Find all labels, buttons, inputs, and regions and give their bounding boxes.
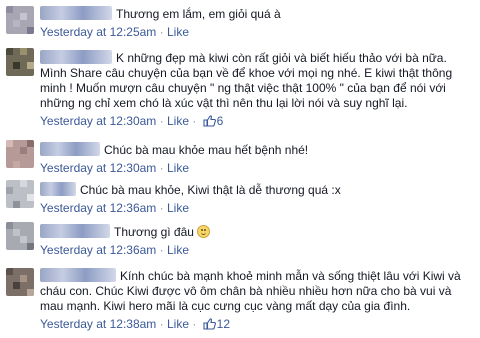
comment-text-line: Thương em lắm, em giỏi quá à (40, 6, 466, 22)
like-link[interactable]: Like (167, 161, 189, 175)
commenter-name[interactable] (40, 182, 76, 196)
comment-meta: Yesterday at 12:30am · Like (40, 161, 189, 175)
comment-text-block: Kính chúc bà mạnh khoẻ minh mẫn và sống … (40, 268, 466, 314)
avatar[interactable] (6, 268, 34, 296)
comment: Chúc bà mau khỏe, Kiwi thật là dễ thương… (0, 178, 480, 215)
avatar[interactable] (6, 6, 34, 34)
like-link[interactable]: Like (167, 243, 189, 257)
comment: Thương em lắm, em giỏi quá à Yesterday a… (0, 4, 480, 40)
timestamp-link[interactable]: Yesterday at 12:36am (40, 243, 156, 257)
comment: Kính chúc bà mạnh khoẻ minh mẫn và sống … (0, 264, 480, 338)
like-count[interactable]: 12 (217, 317, 230, 331)
commenter-name[interactable] (40, 224, 110, 238)
like-link[interactable]: Like (167, 317, 189, 331)
timestamp-link[interactable]: Yesterday at 12:36am (40, 201, 156, 215)
like-link[interactable]: Like (167, 114, 189, 128)
comment-text-line: Chúc bà mau khỏe, Kiwi thật là dễ thương… (40, 182, 466, 198)
comment-text: Thương gì đâu (114, 225, 194, 239)
thumbs-up-icon (203, 115, 216, 127)
comment-meta: Yesterday at 12:30am · Like · 6 (40, 114, 224, 128)
comment: Thương gì đâu Yesterday at 12:36am · Lik… (0, 220, 480, 257)
commenter-name[interactable] (40, 142, 100, 156)
timestamp-link[interactable]: Yesterday at 12:30am (40, 161, 156, 175)
comment-text: Thương em lắm, em giỏi quá à (116, 7, 281, 21)
comment-meta: Yesterday at 12:36am · Like (40, 201, 189, 215)
comment-meta: Yesterday at 12:38am · Like · 12 (40, 317, 231, 331)
commenter-name[interactable] (40, 6, 112, 20)
avatar[interactable] (6, 180, 34, 208)
comment-text: Chúc bà mau khỏe, Kiwi thật là dễ thương… (80, 183, 341, 197)
comment-text-line: Chúc bà mau khỏe mau hết bệnh nhé! (40, 142, 466, 158)
comment: K những đẹp mà kiwi còn rất giỏi và biết… (0, 44, 480, 136)
timestamp-link[interactable]: Yesterday at 12:38am (40, 317, 156, 331)
comment-text-line: Thương gì đâu (40, 224, 466, 240)
thumbs-up-icon (203, 318, 216, 330)
timestamp-link[interactable]: Yesterday at 12:25am (40, 25, 156, 39)
avatar[interactable] (6, 140, 34, 168)
comment-text-block: K những đẹp mà kiwi còn rất giỏi và biết… (40, 50, 466, 111)
avatar[interactable] (6, 222, 34, 250)
like-link[interactable]: Like (167, 201, 189, 215)
commenter-name[interactable] (40, 268, 116, 282)
avatar[interactable] (6, 48, 34, 76)
comment-meta: Yesterday at 12:25am · Like (40, 25, 189, 39)
comment-meta: Yesterday at 12:36am · Like (40, 243, 189, 257)
like-count[interactable]: 6 (217, 114, 224, 128)
like-link[interactable]: Like (167, 25, 189, 39)
commenter-name[interactable] (40, 50, 112, 64)
timestamp-link[interactable]: Yesterday at 12:30am (40, 114, 156, 128)
comment-text: Chúc bà mau khỏe mau hết bệnh nhé! (104, 143, 309, 157)
comment: Chúc bà mau khỏe mau hết bệnh nhé! Yeste… (0, 138, 480, 175)
smiley-emoji-icon (196, 225, 210, 238)
